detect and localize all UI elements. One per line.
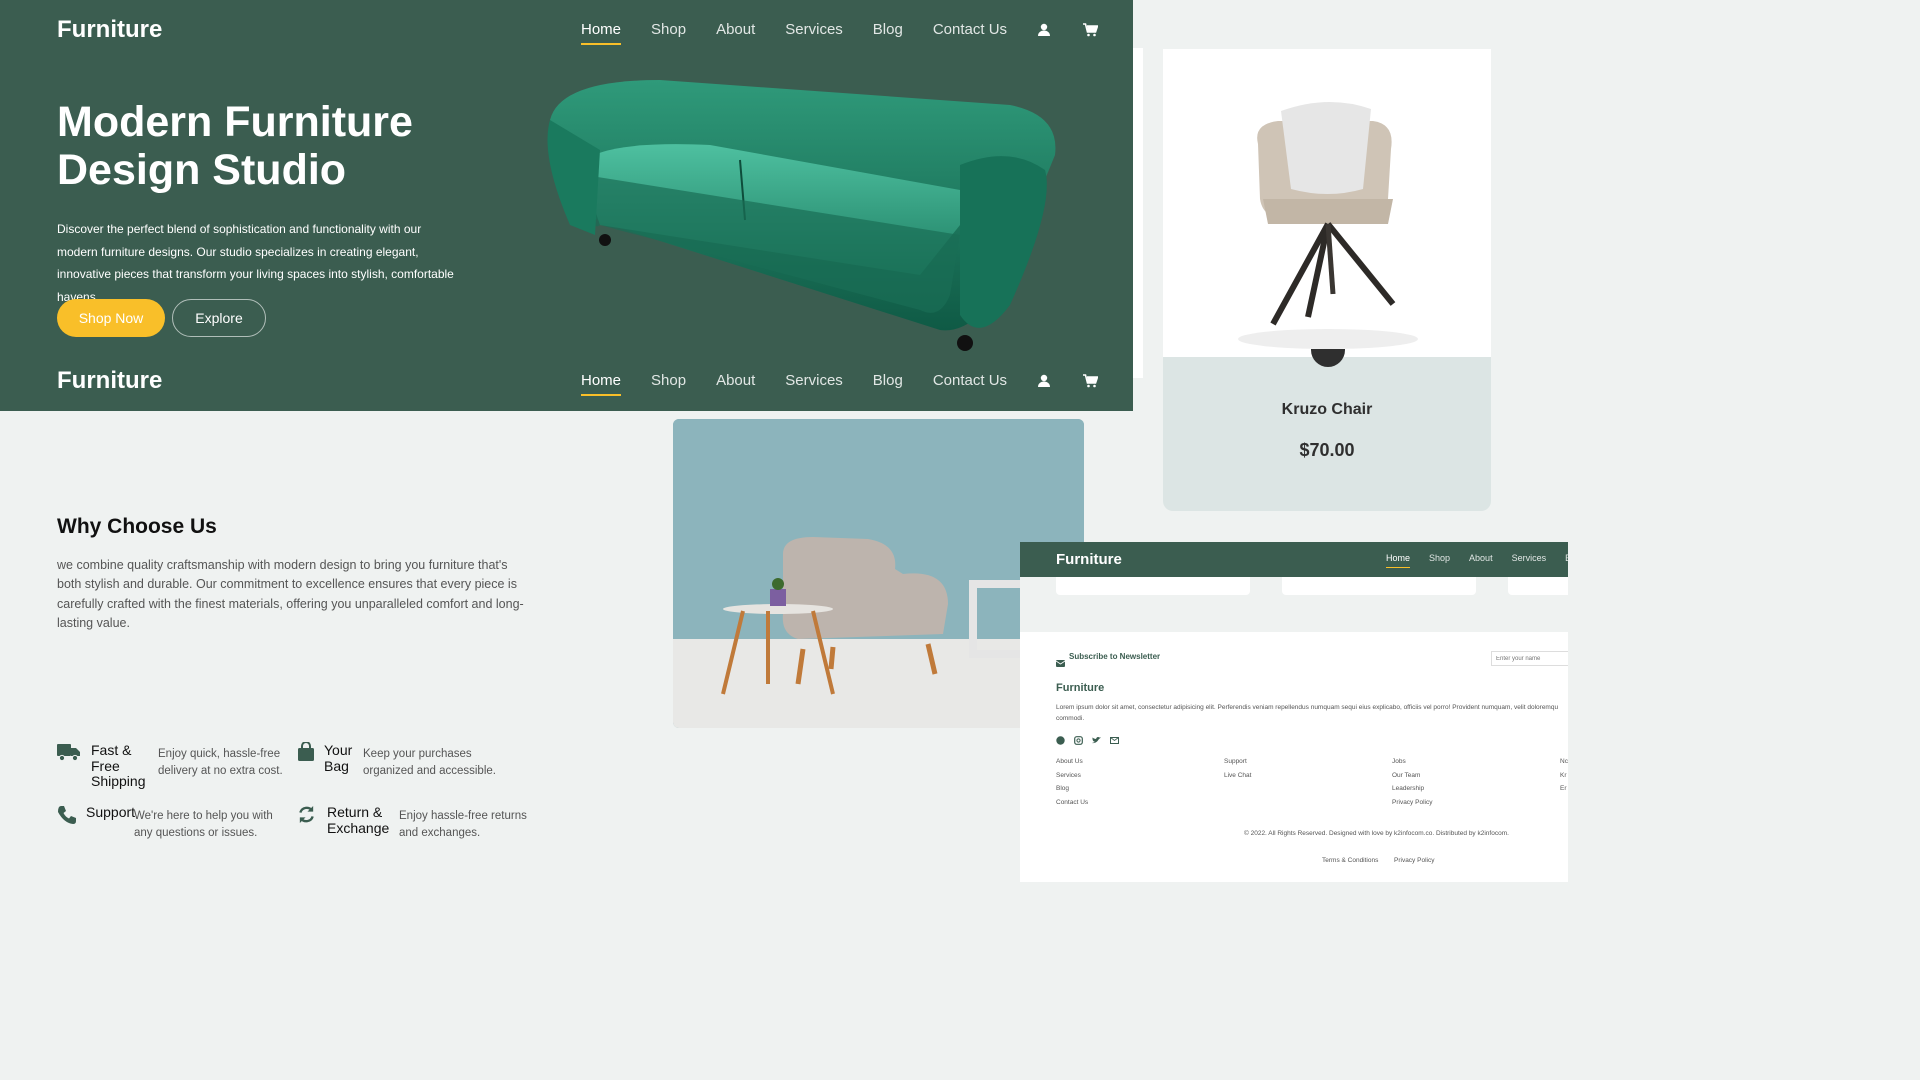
mini-nav-shop[interactable]: Shop [1429, 553, 1450, 563]
brand-logo-secondary[interactable]: Furniture [57, 367, 162, 395]
secondary-nav: Home Shop About Services Blog Contact Us [581, 372, 1099, 396]
mini-nav-blog[interactable]: Bl [1565, 553, 1568, 563]
mail-icon[interactable] [1110, 732, 1119, 750]
phone-icon [57, 805, 77, 830]
mini-product-card[interactable] [1282, 577, 1476, 595]
footer-link[interactable]: Jobs [1392, 758, 1406, 765]
why-text: we combine quality craftsmanship with mo… [57, 558, 524, 630]
nav-blog[interactable]: Blog [873, 21, 903, 38]
product-price: $70.00 [1299, 440, 1355, 460]
footer-text: Lorem ipsum dolor sit amet, consectetur … [1056, 704, 1559, 711]
privacy-link[interactable]: Privacy Policy [1394, 857, 1434, 864]
truck-icon [57, 742, 81, 767]
feature-title: Your Bag [324, 742, 353, 774]
cart-badge[interactable] [1311, 349, 1345, 367]
footer-link[interactable]: Er [1560, 785, 1567, 792]
nav-contact[interactable]: Contact Us [933, 21, 1007, 38]
bag-icon [297, 741, 315, 767]
hero-description: Discover the perfect blend of sophistica… [57, 222, 454, 304]
mini-nav-services[interactable]: Services [1512, 553, 1547, 563]
product-name: Kruzo Chair [1281, 401, 1373, 418]
footer-link[interactable]: About Us [1056, 758, 1083, 765]
hero-section: Furniture Home Shop About Services Blog … [0, 0, 1133, 411]
nav-shop[interactable]: Shop [651, 372, 686, 389]
footer-link[interactable]: Leadership [1392, 785, 1424, 792]
user-icon[interactable] [1037, 23, 1051, 37]
user-icon[interactable] [1037, 374, 1051, 388]
copyright: © 2022. All Rights Reserved. Designed wi… [1244, 830, 1509, 837]
nav-services[interactable]: Services [785, 21, 843, 38]
mini-product-card[interactable] [1508, 577, 1568, 595]
nav-contact[interactable]: Contact Us [933, 372, 1007, 389]
nav-services[interactable]: Services [785, 372, 843, 389]
chair-image [1238, 101, 1418, 349]
mini-footer: Subscribe to Newsletter Furniture Lorem … [1020, 632, 1568, 882]
refresh-icon [297, 805, 316, 829]
footer-link[interactable]: Live Chat [1224, 772, 1251, 779]
feature-text: Keep your purchases organized and access… [363, 748, 496, 777]
feature-text: We're here to help you with any question… [134, 810, 273, 839]
footer-link[interactable]: Support [1224, 758, 1247, 765]
mini-page-preview: Furniture Home Shop About Services Bl Su… [1020, 542, 1568, 882]
envelope-icon [1055, 654, 1066, 672]
footer-link[interactable]: Contact Us [1056, 799, 1088, 806]
shop-now-button[interactable]: Shop Now [57, 299, 165, 337]
feature-title: Fast & Free Shipping [91, 742, 146, 789]
nav-about[interactable]: About [716, 372, 755, 389]
footer-link[interactable]: Nc [1560, 758, 1568, 765]
footer-brand[interactable]: Furniture [1056, 682, 1104, 694]
footer-link[interactable]: Our Team [1392, 772, 1420, 779]
mini-nav-about[interactable]: About [1469, 553, 1493, 563]
cart-icon[interactable] [1083, 373, 1099, 388]
explore-button[interactable]: Explore [172, 299, 266, 337]
product-card[interactable]: Kruzo Chair $70.00 [1163, 49, 1491, 511]
hero-title: Modern Furniture Design Studio [57, 98, 413, 194]
feature-title: Return & Exchange [327, 804, 390, 836]
feature-text: Enjoy hassle-free returns and exchanges. [399, 810, 527, 839]
mini-nav-home[interactable]: Home [1386, 553, 1411, 568]
mini-brand-logo[interactable]: Furniture [1056, 551, 1122, 568]
product-image [1163, 49, 1491, 357]
facebook-icon[interactable] [1056, 732, 1065, 750]
feature-text: Enjoy quick, hassle-free delivery at no … [158, 748, 283, 777]
main-nav: Home Shop About Services Blog Contact Us [581, 21, 1099, 45]
footer-link[interactable]: Services [1056, 772, 1081, 779]
nav-home[interactable]: Home [581, 372, 622, 396]
brand-logo[interactable]: Furniture [57, 16, 162, 44]
mini-nav: Home Shop About Services Bl [1386, 553, 1568, 568]
social-icons [1056, 732, 1119, 750]
nav-about[interactable]: About [716, 21, 755, 38]
mini-nav-bar: Furniture Home Shop About Services Bl [1020, 542, 1568, 577]
mini-product-card[interactable] [1056, 577, 1250, 595]
nav-blog[interactable]: Blog [873, 372, 903, 389]
newsletter-input[interactable] [1491, 651, 1568, 666]
feature-title: Support [86, 804, 136, 820]
terms-link[interactable]: Terms & Conditions [1322, 857, 1378, 864]
why-title: Why Choose Us [57, 515, 217, 538]
twitter-icon[interactable] [1092, 732, 1101, 750]
panel-edge [1133, 48, 1143, 378]
nav-home[interactable]: Home [581, 21, 622, 45]
footer-link[interactable]: Kr [1560, 772, 1567, 779]
footer-link[interactable]: Blog [1056, 785, 1069, 792]
cart-icon[interactable] [1083, 22, 1099, 37]
footer-link[interactable]: Privacy Policy [1392, 799, 1432, 806]
footer-text-cont: commodi. [1056, 715, 1085, 722]
nav-shop[interactable]: Shop [651, 21, 686, 38]
newsletter-label: Subscribe to Newsletter [1069, 652, 1161, 661]
sofa-image [547, 80, 1056, 351]
instagram-icon[interactable] [1074, 732, 1083, 750]
